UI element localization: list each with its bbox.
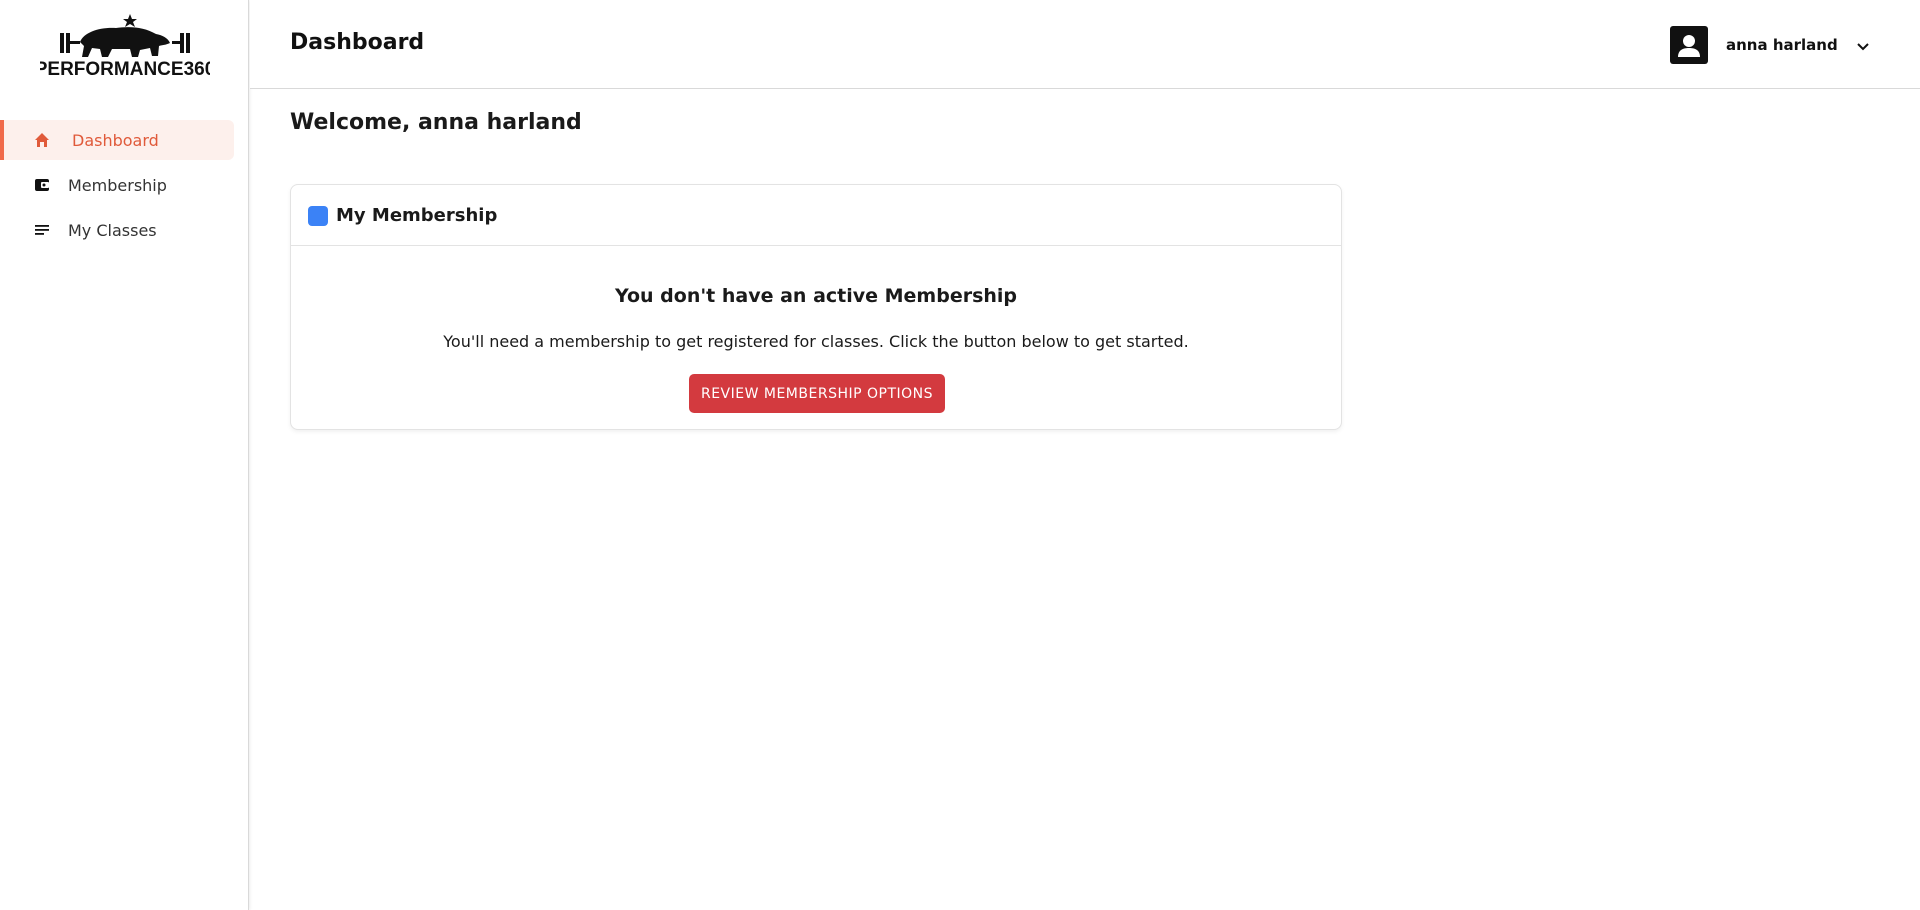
welcome-heading: Welcome, anna harland (290, 110, 582, 135)
svg-text:PERFORMANCE360: PERFORMANCE360 (40, 59, 210, 78)
avatar (1670, 26, 1708, 64)
user-name: anna harland (1726, 36, 1838, 54)
top-header: Dashboard anna harland (250, 0, 1920, 89)
home-icon (34, 132, 50, 148)
review-membership-options-button[interactable]: REVIEW MEMBERSHIP OPTIONS (689, 374, 945, 413)
sidebar-item-label: Dashboard (72, 130, 159, 150)
sidebar-item-dashboard[interactable]: Dashboard (0, 120, 234, 160)
empty-state-title: You don't have an active Membership (614, 285, 1018, 307)
sidebar-item-label: My Classes (68, 220, 157, 240)
list-icon (34, 222, 50, 238)
sidebar: PERFORMANCE360 Dashboard Membership My C… (0, 0, 249, 910)
card-header: My Membership (291, 185, 1341, 246)
empty-state-text: You'll need a membership to get register… (443, 332, 1189, 351)
page-title: Dashboard (290, 30, 425, 55)
card-badge-icon (308, 206, 328, 226)
membership-card: My Membership You don't have an active M… (290, 184, 1342, 430)
wallet-icon (34, 177, 50, 193)
chevron-down-icon[interactable] (1856, 38, 1870, 52)
sidebar-item-membership[interactable]: Membership (0, 165, 234, 205)
sidebar-nav: Dashboard Membership My Classes (0, 120, 249, 255)
performance360-logo[interactable]: PERFORMANCE360 (35, 12, 215, 80)
sidebar-item-my-classes[interactable]: My Classes (0, 210, 234, 250)
sidebar-item-label: Membership (68, 175, 167, 195)
card-body: You don't have an active Membership You'… (291, 246, 1341, 430)
card-title: My Membership (336, 205, 498, 226)
user-menu[interactable]: anna harland (1670, 26, 1870, 64)
